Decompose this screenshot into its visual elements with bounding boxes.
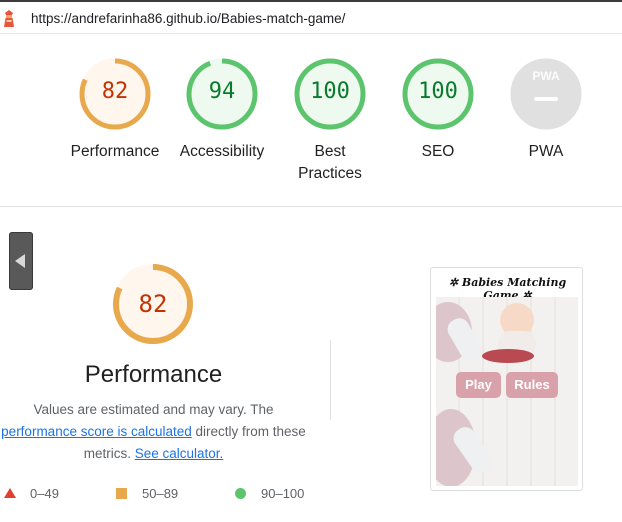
legend-average-range: 50–89: [142, 486, 179, 501]
fail-triangle-icon: [4, 488, 16, 498]
preview-play-button: Play: [456, 372, 501, 398]
chevron-left-icon: [15, 254, 25, 268]
desc-text-1: Values are estimated and may vary. The: [33, 402, 274, 417]
gauge-performance[interactable]: 82 Performance: [60, 57, 170, 160]
legend-fail-range: 0–49: [30, 486, 59, 501]
gauge-label: Best Practices: [298, 143, 362, 182]
score-calculated-link[interactable]: performance score is calculated: [1, 424, 192, 439]
pass-circle-icon: [235, 488, 246, 499]
gauge-accessibility[interactable]: 94 Accessibility: [167, 57, 277, 160]
lighthouse-icon: [4, 10, 14, 27]
desc-text-2: directly from these: [191, 424, 306, 439]
gauge-score: PWA: [532, 69, 560, 83]
section-divider: [0, 206, 622, 207]
preview-image: Play Rules: [436, 297, 578, 486]
preview-rules-button: Rules: [506, 372, 558, 398]
vertical-divider: [330, 340, 331, 420]
average-square-icon: [116, 488, 127, 499]
gauge-score: 82: [101, 79, 129, 104]
previous-nav-button[interactable]: [9, 232, 33, 290]
gauge-score: 100: [310, 79, 350, 104]
performance-title: Performance: [84, 361, 223, 388]
gauge-best-practices[interactable]: 100 Best Practices: [275, 57, 385, 182]
performance-description: Values are estimated and may vary. The p…: [0, 399, 307, 465]
gauge-score: 100: [418, 79, 458, 104]
legend-pass-range: 90–100: [261, 486, 305, 501]
gauge-label: PWA: [528, 143, 564, 160]
desc-text-3: metrics.: [83, 446, 135, 461]
gauge-seo[interactable]: 100 SEO: [383, 57, 493, 160]
see-calculator-link[interactable]: See calculator.: [135, 446, 224, 461]
gauge-pwa[interactable]: PWA PWA: [491, 57, 601, 160]
performance-score: 82: [138, 290, 168, 318]
page-url[interactable]: https://andrefarinha86.github.io/Babies-…: [31, 11, 345, 26]
url-bar: https://andrefarinha86.github.io/Babies-…: [0, 0, 622, 34]
pwa-dash-icon: [534, 97, 558, 101]
gauge-score: 94: [208, 79, 236, 104]
gauge-label: Accessibility: [179, 143, 265, 160]
page-screenshot-preview: ✲ Babies Matching Game ✲ Play Rules: [430, 267, 583, 491]
shadow-decoration: [482, 349, 534, 363]
